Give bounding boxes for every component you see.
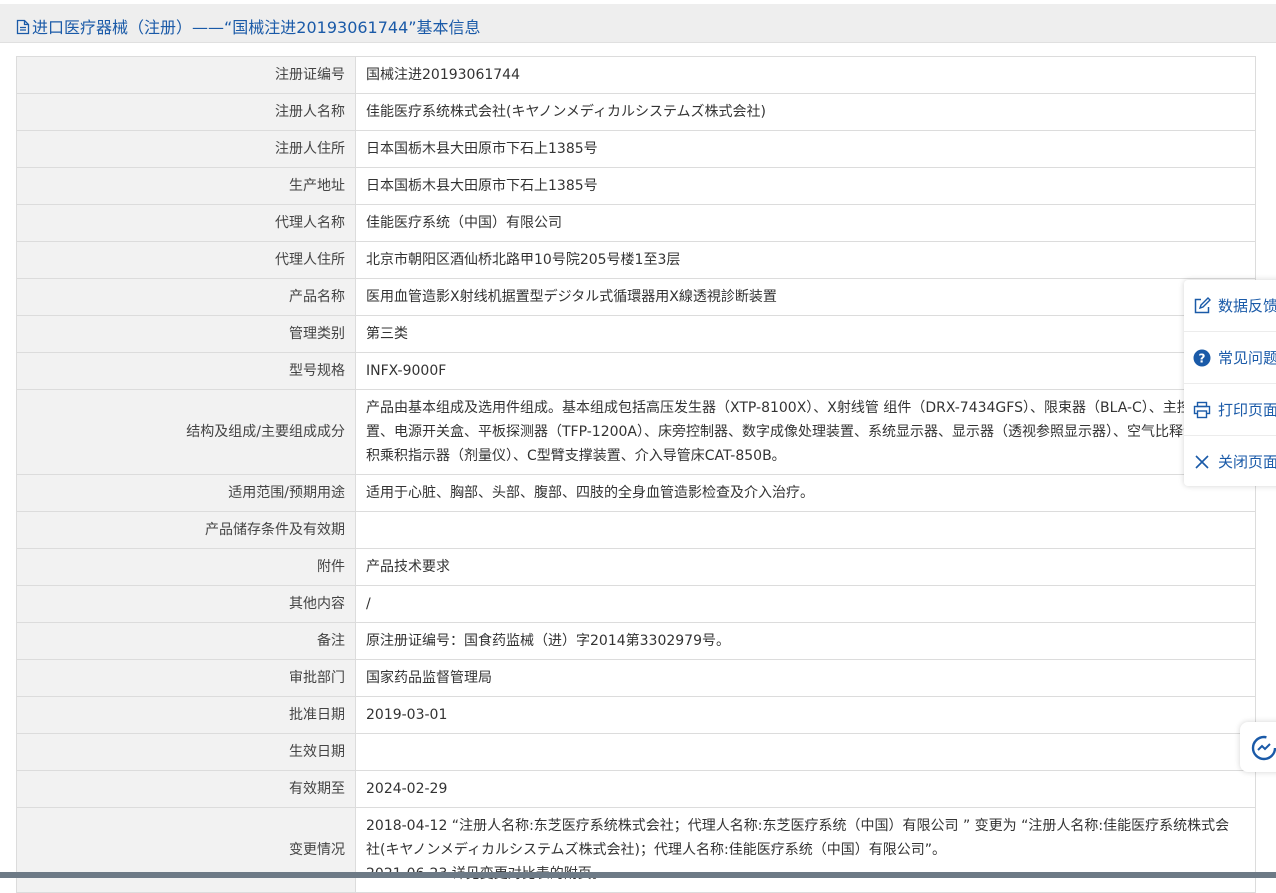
table-row: 型号规格 INFX-9000F (16, 352, 1256, 390)
row-value: INFX-9000F (355, 352, 1256, 390)
row-label: 其他内容 (16, 585, 356, 623)
document-icon (16, 19, 30, 35)
table-row: 有效期至 2024-02-29 (16, 770, 1256, 808)
side-toolbar: 数据反馈 ? 常见问题 打印页面 关闭页面 (1184, 280, 1276, 486)
table-row: 注册证编号 国械注进20193061744 (16, 56, 1256, 94)
row-value: 产品由基本组成及选用件组成。基本组成包括高压发生器（XTP-8100X）、X射线… (355, 389, 1256, 475)
question-circle-icon: ? (1192, 348, 1212, 368)
page-title-text: 进口医疗器械（注册）——“国械注进20193061744”基本信息 (32, 18, 481, 37)
row-value: 2019-03-01 (355, 696, 1256, 734)
row-value: 国械注进20193061744 (355, 56, 1256, 94)
page-header: 进口医疗器械（注册）——“国械注进20193061744”基本信息 (0, 4, 1276, 43)
table-row: 代理人住所 北京市朝阳区酒仙桥北路甲10号院205号楼1至3层 (16, 241, 1256, 279)
floating-sync-button[interactable] (1240, 722, 1276, 772)
row-label: 批准日期 (16, 696, 356, 734)
table-row: 结构及组成/主要组成成分 产品由基本组成及选用件组成。基本组成包括高压发生器（XT… (16, 389, 1256, 475)
table-row: 其他内容 / (16, 585, 1256, 623)
row-value: 北京市朝阳区酒仙桥北路甲10号院205号楼1至3层 (355, 241, 1256, 279)
row-value (355, 511, 1256, 549)
faq-label: 常见问题 (1218, 349, 1276, 367)
table-row: 产品储存条件及有效期 (16, 511, 1256, 549)
table-row: 管理类别 第三类 (16, 315, 1256, 353)
bottom-edge-bar (0, 872, 1276, 878)
row-label: 代理人名称 (16, 204, 356, 242)
edit-icon (1192, 296, 1212, 316)
row-value: 日本国栃木县大田原市下石上1385号 (355, 167, 1256, 205)
close-icon (1192, 452, 1212, 472)
row-value: 第三类 (355, 315, 1256, 353)
info-table-container: 注册证编号 国械注进20193061744 注册人名称 佳能医疗系统株式会社(キヤノン… (16, 56, 1256, 893)
feedback-button[interactable]: 数据反馈 (1184, 280, 1276, 332)
row-value: 佳能医疗系统株式会社(キヤノンメディカルシステムズ株式会社) (355, 93, 1256, 131)
row-value: 2024-02-29 (355, 770, 1256, 808)
print-button[interactable]: 打印页面 (1184, 384, 1276, 436)
info-table-body: 注册证编号 国械注进20193061744 注册人名称 佳能医疗系统株式会社(キヤノン… (16, 56, 1256, 893)
row-value: 佳能医疗系统（中国）有限公司 (355, 204, 1256, 242)
row-value: 医用血管造影X射线机据置型デジタル式循環器用X線透視診断装置 (355, 278, 1256, 316)
refresh-sync-icon (1251, 735, 1276, 761)
row-label: 生产地址 (16, 167, 356, 205)
table-row: 附件 产品技术要求 (16, 548, 1256, 586)
table-row: 适用范围/预期用途 适用于心脏、胸部、头部、腹部、四肢的全身血管造影检查及介入治疗… (16, 474, 1256, 512)
row-value (355, 733, 1256, 771)
row-label: 型号规格 (16, 352, 356, 390)
table-row: 代理人名称 佳能医疗系统（中国）有限公司 (16, 204, 1256, 242)
row-label: 审批部门 (16, 659, 356, 697)
row-label: 生效日期 (16, 733, 356, 771)
row-label: 代理人住所 (16, 241, 356, 279)
table-row: 备注 原注册证编号：国食药监械（进）字2014第3302979号。 (16, 622, 1256, 660)
row-label: 产品名称 (16, 278, 356, 316)
row-label: 有效期至 (16, 770, 356, 808)
faq-button[interactable]: ? 常见问题 (1184, 332, 1276, 384)
row-label: 备注 (16, 622, 356, 660)
page-title: 进口医疗器械（注册）——“国械注进20193061744”基本信息 (16, 14, 481, 38)
row-value: 适用于心脏、胸部、头部、腹部、四肢的全身血管造影检查及介入治疗。 (355, 474, 1256, 512)
row-label: 注册证编号 (16, 56, 356, 94)
row-label: 适用范围/预期用途 (16, 474, 356, 512)
table-row: 产品名称 医用血管造影X射线机据置型デジタル式循環器用X線透視診断装置 (16, 278, 1256, 316)
table-row: 生产地址 日本国栃木县大田原市下石上1385号 (16, 167, 1256, 205)
close-page-label: 关闭页面 (1218, 453, 1276, 471)
row-label: 管理类别 (16, 315, 356, 353)
row-label: 结构及组成/主要组成成分 (16, 389, 356, 475)
row-label: 注册人名称 (16, 93, 356, 131)
row-label: 注册人住所 (16, 130, 356, 168)
info-table: 注册证编号 国械注进20193061744 注册人名称 佳能医疗系统株式会社(キヤノン… (16, 56, 1256, 893)
table-row: 注册人住所 日本国栃木县大田原市下石上1385号 (16, 130, 1256, 168)
table-row: 注册人名称 佳能医疗系统株式会社(キヤノンメディカルシステムズ株式会社) (16, 93, 1256, 131)
row-value: 产品技术要求 (355, 548, 1256, 586)
row-value: 2018-04-12 “注册人名称:东芝医疗系统株式会社；代理人名称:东芝医疗系… (355, 807, 1256, 893)
table-row: 批准日期 2019-03-01 (16, 696, 1256, 734)
row-value: 日本国栃木县大田原市下石上1385号 (355, 130, 1256, 168)
feedback-label: 数据反馈 (1218, 297, 1276, 315)
table-row: 变更情况 2018-04-12 “注册人名称:东芝医疗系统株式会社；代理人名称:东… (16, 807, 1256, 893)
close-page-button[interactable]: 关闭页面 (1184, 436, 1276, 487)
svg-text:?: ? (1199, 351, 1206, 365)
table-row: 生效日期 (16, 733, 1256, 771)
row-label: 变更情况 (16, 807, 356, 893)
printer-icon (1192, 400, 1212, 420)
row-label: 产品储存条件及有效期 (16, 511, 356, 549)
row-label: 附件 (16, 548, 356, 586)
table-row: 审批部门 国家药品监督管理局 (16, 659, 1256, 697)
row-value: 原注册证编号：国食药监械（进）字2014第3302979号。 (355, 622, 1256, 660)
row-value: 国家药品监督管理局 (355, 659, 1256, 697)
print-label: 打印页面 (1218, 401, 1276, 419)
row-value: / (355, 585, 1256, 623)
